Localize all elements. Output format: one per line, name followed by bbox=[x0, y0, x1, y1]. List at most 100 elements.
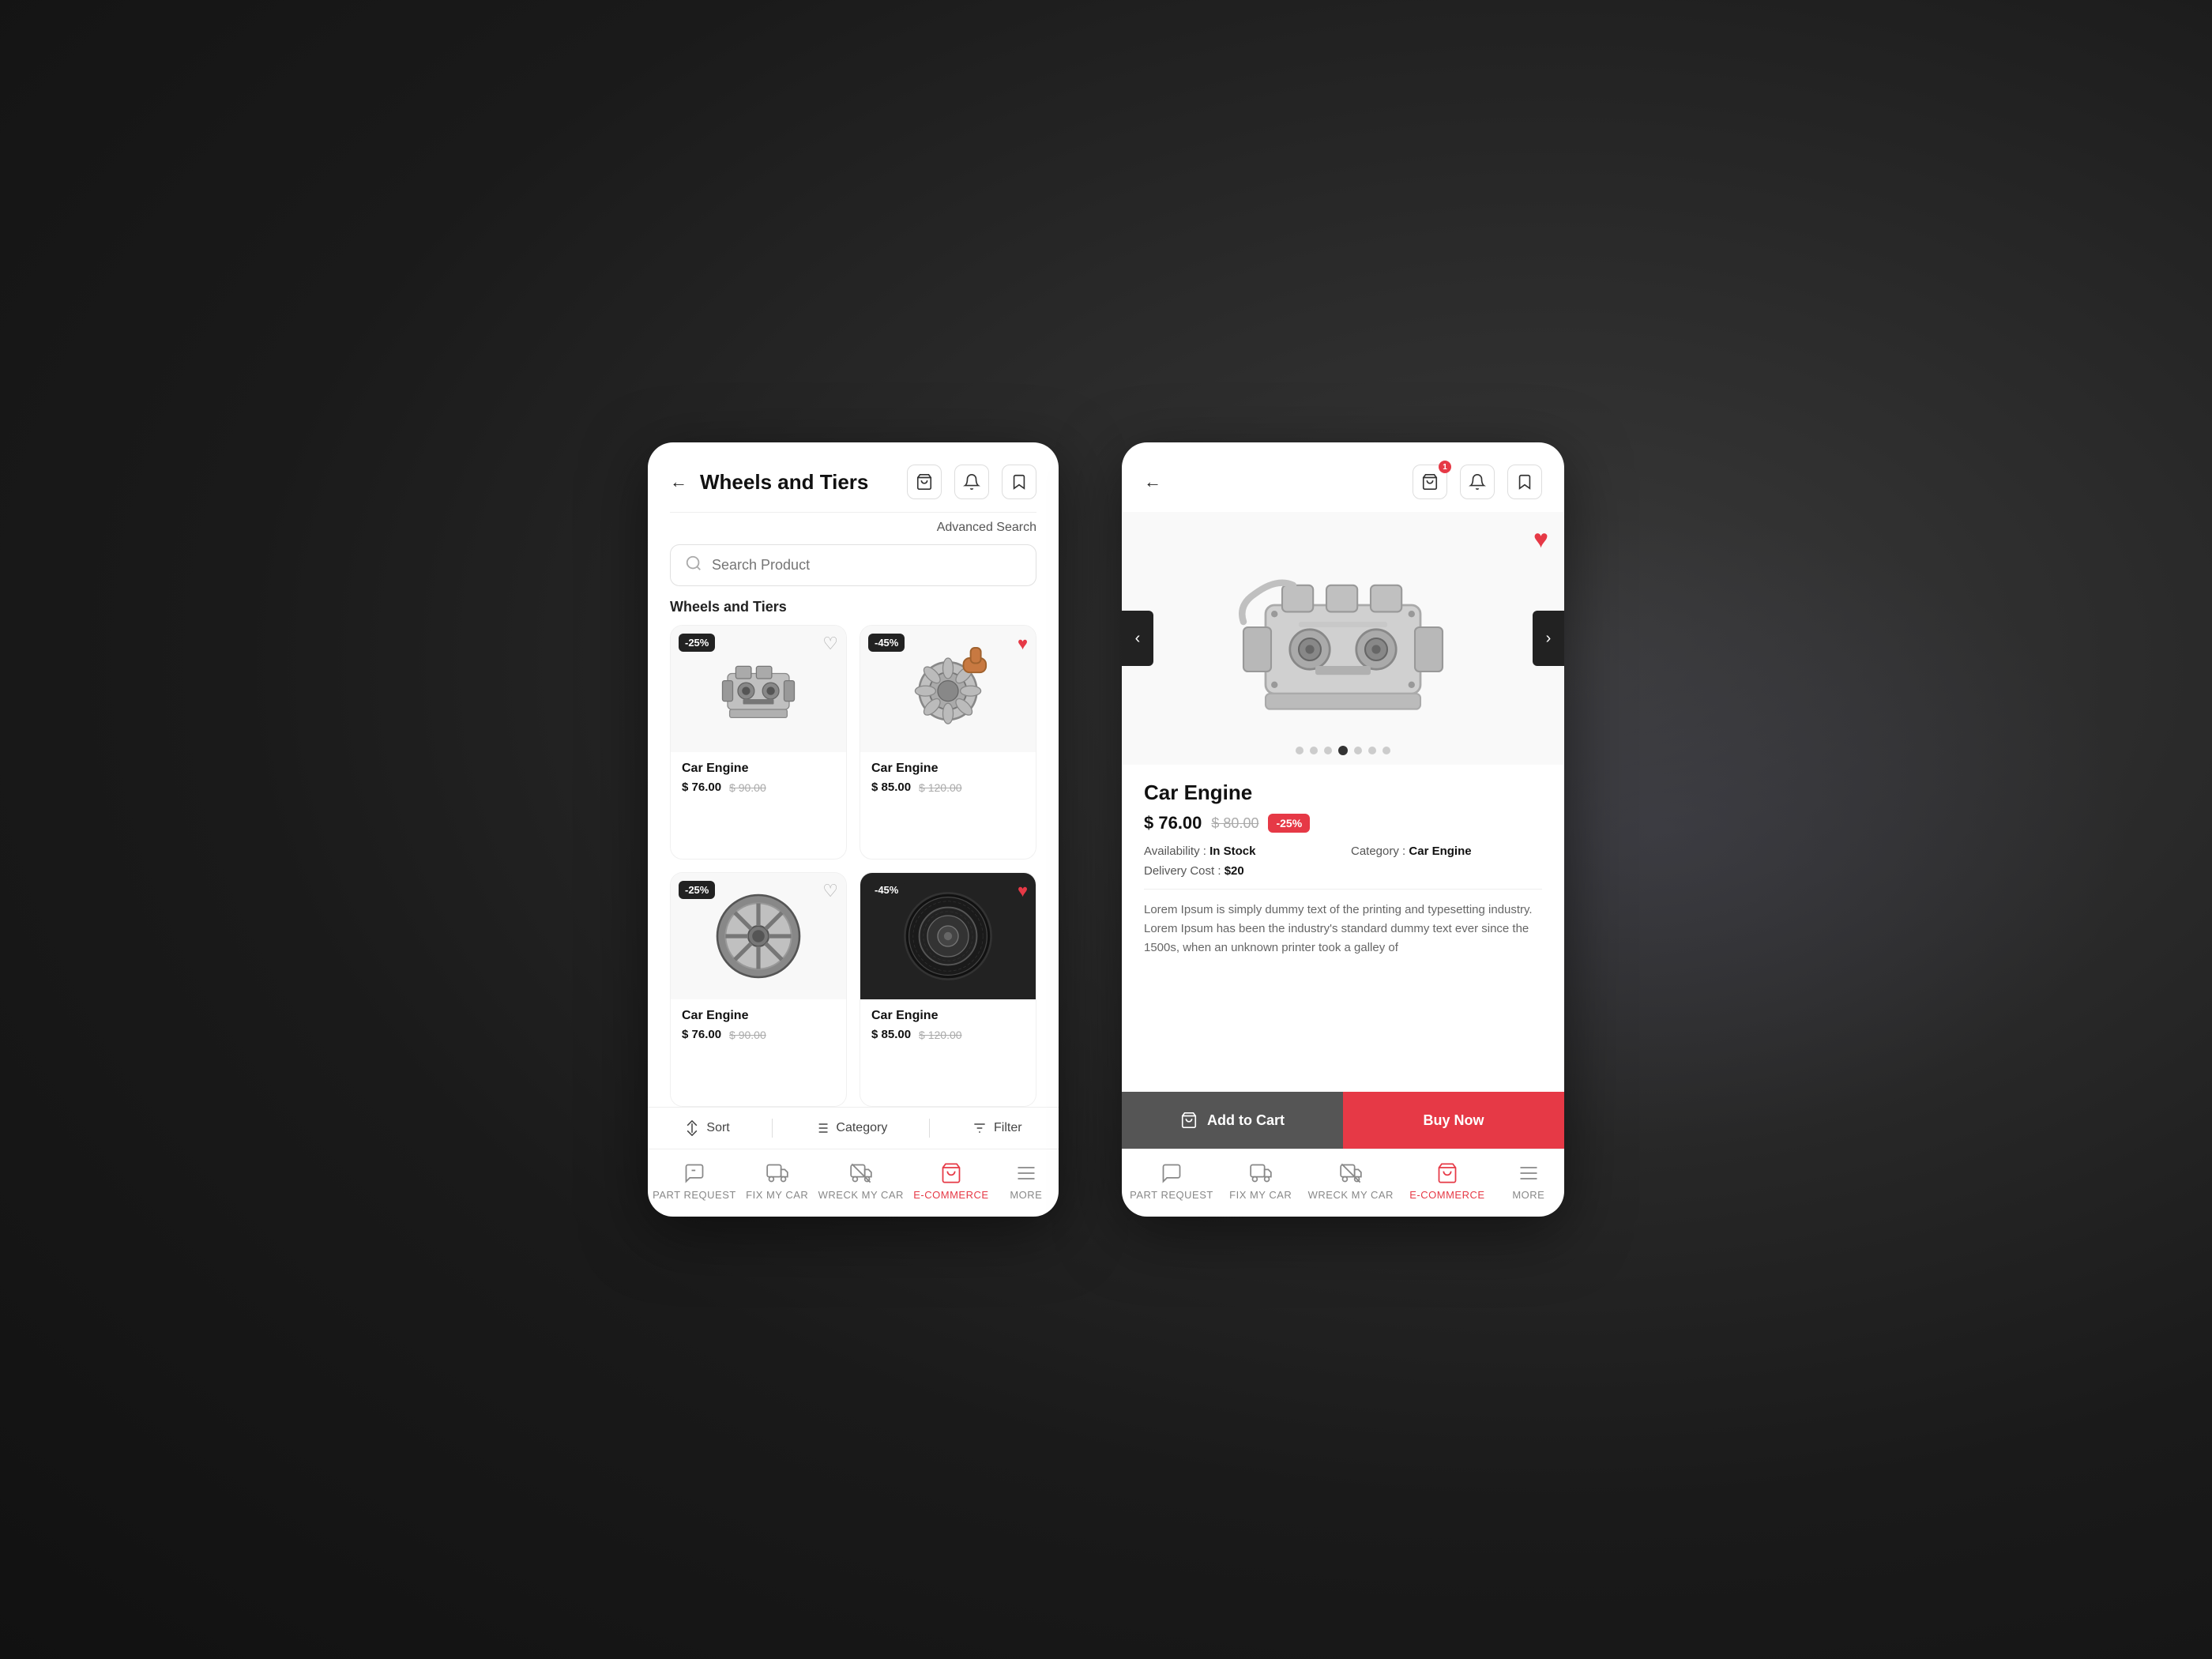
turbo-image bbox=[897, 638, 999, 740]
detail-price-row: $ 76.00 $ 80.00 -25% bbox=[1144, 813, 1542, 833]
dot-4[interactable] bbox=[1338, 746, 1348, 755]
page-title: Wheels and Tiers bbox=[700, 470, 868, 495]
wreck-my-car-icon bbox=[850, 1162, 872, 1184]
product-image-area-4: -45% ♥ bbox=[860, 873, 1036, 999]
screens-container: ← Wheels and Tiers Advanced Search bbox=[648, 442, 1564, 1217]
favorite-button-2[interactable]: ♥ bbox=[1018, 634, 1028, 654]
availability-value: In Stock bbox=[1209, 845, 1255, 858]
price-original-4: $ 120.00 bbox=[919, 1029, 962, 1041]
price-row-3: $ 76.00 $ 90.00 bbox=[682, 1028, 835, 1041]
dot-7[interactable] bbox=[1382, 747, 1390, 754]
sort-icon bbox=[684, 1120, 700, 1136]
detail-favorite-button[interactable]: ♥ bbox=[1533, 525, 1548, 554]
delivery-value: $20 bbox=[1224, 864, 1244, 878]
right-back-button[interactable]: ← bbox=[1144, 472, 1161, 492]
left-header: ← Wheels and Tiers bbox=[648, 442, 1059, 512]
right-nav-ecommerce[interactable]: E-COMMERCE bbox=[1409, 1162, 1484, 1201]
delivery-item: Delivery Cost : $20 bbox=[1144, 864, 1335, 878]
right-more-icon bbox=[1518, 1162, 1540, 1184]
fix-my-car-icon bbox=[766, 1162, 788, 1184]
search-input[interactable] bbox=[712, 557, 1021, 574]
right-nav-more[interactable]: MORE bbox=[1501, 1162, 1556, 1201]
left-bottom-nav: PART REQUEST FIX MY CAR WRECK MY CAR E-C… bbox=[648, 1149, 1059, 1217]
product-info-2: Car Engine $ 85.00 $ 120.00 bbox=[860, 752, 1036, 805]
search-bar[interactable] bbox=[670, 544, 1036, 586]
left-screen: ← Wheels and Tiers Advanced Search bbox=[648, 442, 1059, 1217]
bookmark-icon bbox=[1010, 473, 1028, 491]
price-row-2: $ 85.00 $ 120.00 bbox=[871, 781, 1025, 794]
toolbar-divider-2 bbox=[929, 1119, 930, 1138]
product-name-2: Car Engine bbox=[871, 762, 1025, 776]
right-nav-fix-my-car[interactable]: FIX MY CAR bbox=[1229, 1162, 1292, 1201]
nav-fix-my-car-label: FIX MY CAR bbox=[746, 1189, 808, 1201]
favorite-button-1[interactable]: ♡ bbox=[822, 634, 838, 654]
toolbar-divider-1 bbox=[772, 1119, 773, 1138]
add-to-cart-icon bbox=[1180, 1112, 1198, 1129]
part-request-icon bbox=[683, 1162, 705, 1184]
product-card-3[interactable]: -25% ♡ bbox=[670, 872, 847, 1107]
dot-5[interactable] bbox=[1354, 747, 1362, 754]
engine-image-1 bbox=[707, 638, 810, 740]
right-nav-fix-my-car-label: FIX MY CAR bbox=[1229, 1189, 1292, 1201]
price-current-1: $ 76.00 bbox=[682, 781, 721, 794]
right-part-request-icon bbox=[1161, 1162, 1183, 1184]
image-next-button[interactable]: › bbox=[1533, 611, 1564, 666]
right-cart-button[interactable]: 1 bbox=[1413, 465, 1447, 499]
dot-6[interactable] bbox=[1368, 747, 1376, 754]
right-bell-button[interactable] bbox=[1460, 465, 1495, 499]
nav-more[interactable]: MORE bbox=[999, 1162, 1054, 1201]
favorite-button-4[interactable]: ♥ bbox=[1018, 881, 1028, 901]
category-button[interactable]: Category bbox=[814, 1120, 887, 1136]
header-left: ← Wheels and Tiers bbox=[670, 470, 868, 495]
product-info-1: Car Engine $ 76.00 $ 90.00 bbox=[671, 752, 846, 805]
detail-price-original: $ 80.00 bbox=[1211, 815, 1258, 832]
cart-icon bbox=[916, 473, 933, 491]
product-card-1[interactable]: -25% ♡ bbox=[670, 625, 847, 860]
toolbar: Sort Category Filter bbox=[648, 1107, 1059, 1149]
availability-label: Availability bbox=[1144, 845, 1203, 858]
wheel-image bbox=[707, 885, 810, 988]
dot-1[interactable] bbox=[1296, 747, 1304, 754]
cart-button[interactable] bbox=[907, 465, 942, 499]
bell-button[interactable] bbox=[954, 465, 989, 499]
nav-ecommerce[interactable]: E-COMMERCE bbox=[913, 1162, 988, 1201]
nav-fix-my-car[interactable]: FIX MY CAR bbox=[746, 1162, 808, 1201]
add-to-cart-button[interactable]: Add to Cart bbox=[1122, 1092, 1343, 1149]
dot-3[interactable] bbox=[1324, 747, 1332, 754]
right-nav-wreck-my-car-label: WRECK MY CAR bbox=[1308, 1189, 1394, 1201]
back-button[interactable]: ← bbox=[670, 472, 687, 492]
right-nav-part-request[interactable]: PART REQUEST bbox=[1130, 1162, 1213, 1201]
right-header: ← 1 bbox=[1122, 442, 1564, 512]
right-bookmark-button[interactable] bbox=[1507, 465, 1542, 499]
filter-button[interactable]: Filter bbox=[972, 1120, 1022, 1136]
nav-wreck-my-car[interactable]: WRECK MY CAR bbox=[818, 1162, 904, 1201]
cta-row: Add to Cart Buy Now bbox=[1122, 1092, 1564, 1149]
image-prev-button[interactable]: ‹ bbox=[1122, 611, 1153, 666]
detail-engine-image bbox=[1232, 536, 1454, 741]
right-screen: ← 1 ♥ ‹ bbox=[1122, 442, 1564, 1217]
more-icon bbox=[1015, 1162, 1037, 1184]
nav-wreck-my-car-label: WRECK MY CAR bbox=[818, 1189, 904, 1201]
favorite-button-3[interactable]: ♡ bbox=[822, 881, 838, 901]
dot-2[interactable] bbox=[1310, 747, 1318, 754]
buy-now-button[interactable]: Buy Now bbox=[1343, 1092, 1564, 1149]
price-original-2: $ 120.00 bbox=[919, 781, 962, 794]
category-label: Category bbox=[1351, 845, 1402, 858]
advanced-search-link[interactable]: Advanced Search bbox=[937, 521, 1036, 534]
bookmark-button[interactable] bbox=[1002, 465, 1036, 499]
right-header-icons: 1 bbox=[1413, 465, 1542, 499]
detail-discount-badge: -25% bbox=[1268, 814, 1310, 833]
product-card-2[interactable]: -45% ♥ bbox=[860, 625, 1036, 860]
product-card-4[interactable]: -45% ♥ Car E bbox=[860, 872, 1036, 1107]
right-nav-wreck-my-car[interactable]: WRECK MY CAR bbox=[1308, 1162, 1394, 1201]
price-current-2: $ 85.00 bbox=[871, 781, 911, 794]
right-fix-my-car-icon bbox=[1250, 1162, 1272, 1184]
detail-description: Lorem Ipsum is simply dummy text of the … bbox=[1144, 901, 1542, 957]
image-dots bbox=[1296, 746, 1390, 755]
sort-button[interactable]: Sort bbox=[684, 1120, 729, 1136]
product-info-4: Car Engine $ 85.00 $ 120.00 bbox=[860, 999, 1036, 1052]
right-bell-icon bbox=[1469, 473, 1486, 491]
delivery-label: Delivery Cost bbox=[1144, 864, 1217, 878]
price-row-1: $ 76.00 $ 90.00 bbox=[682, 781, 835, 794]
nav-part-request[interactable]: PART REQUEST bbox=[653, 1162, 736, 1201]
